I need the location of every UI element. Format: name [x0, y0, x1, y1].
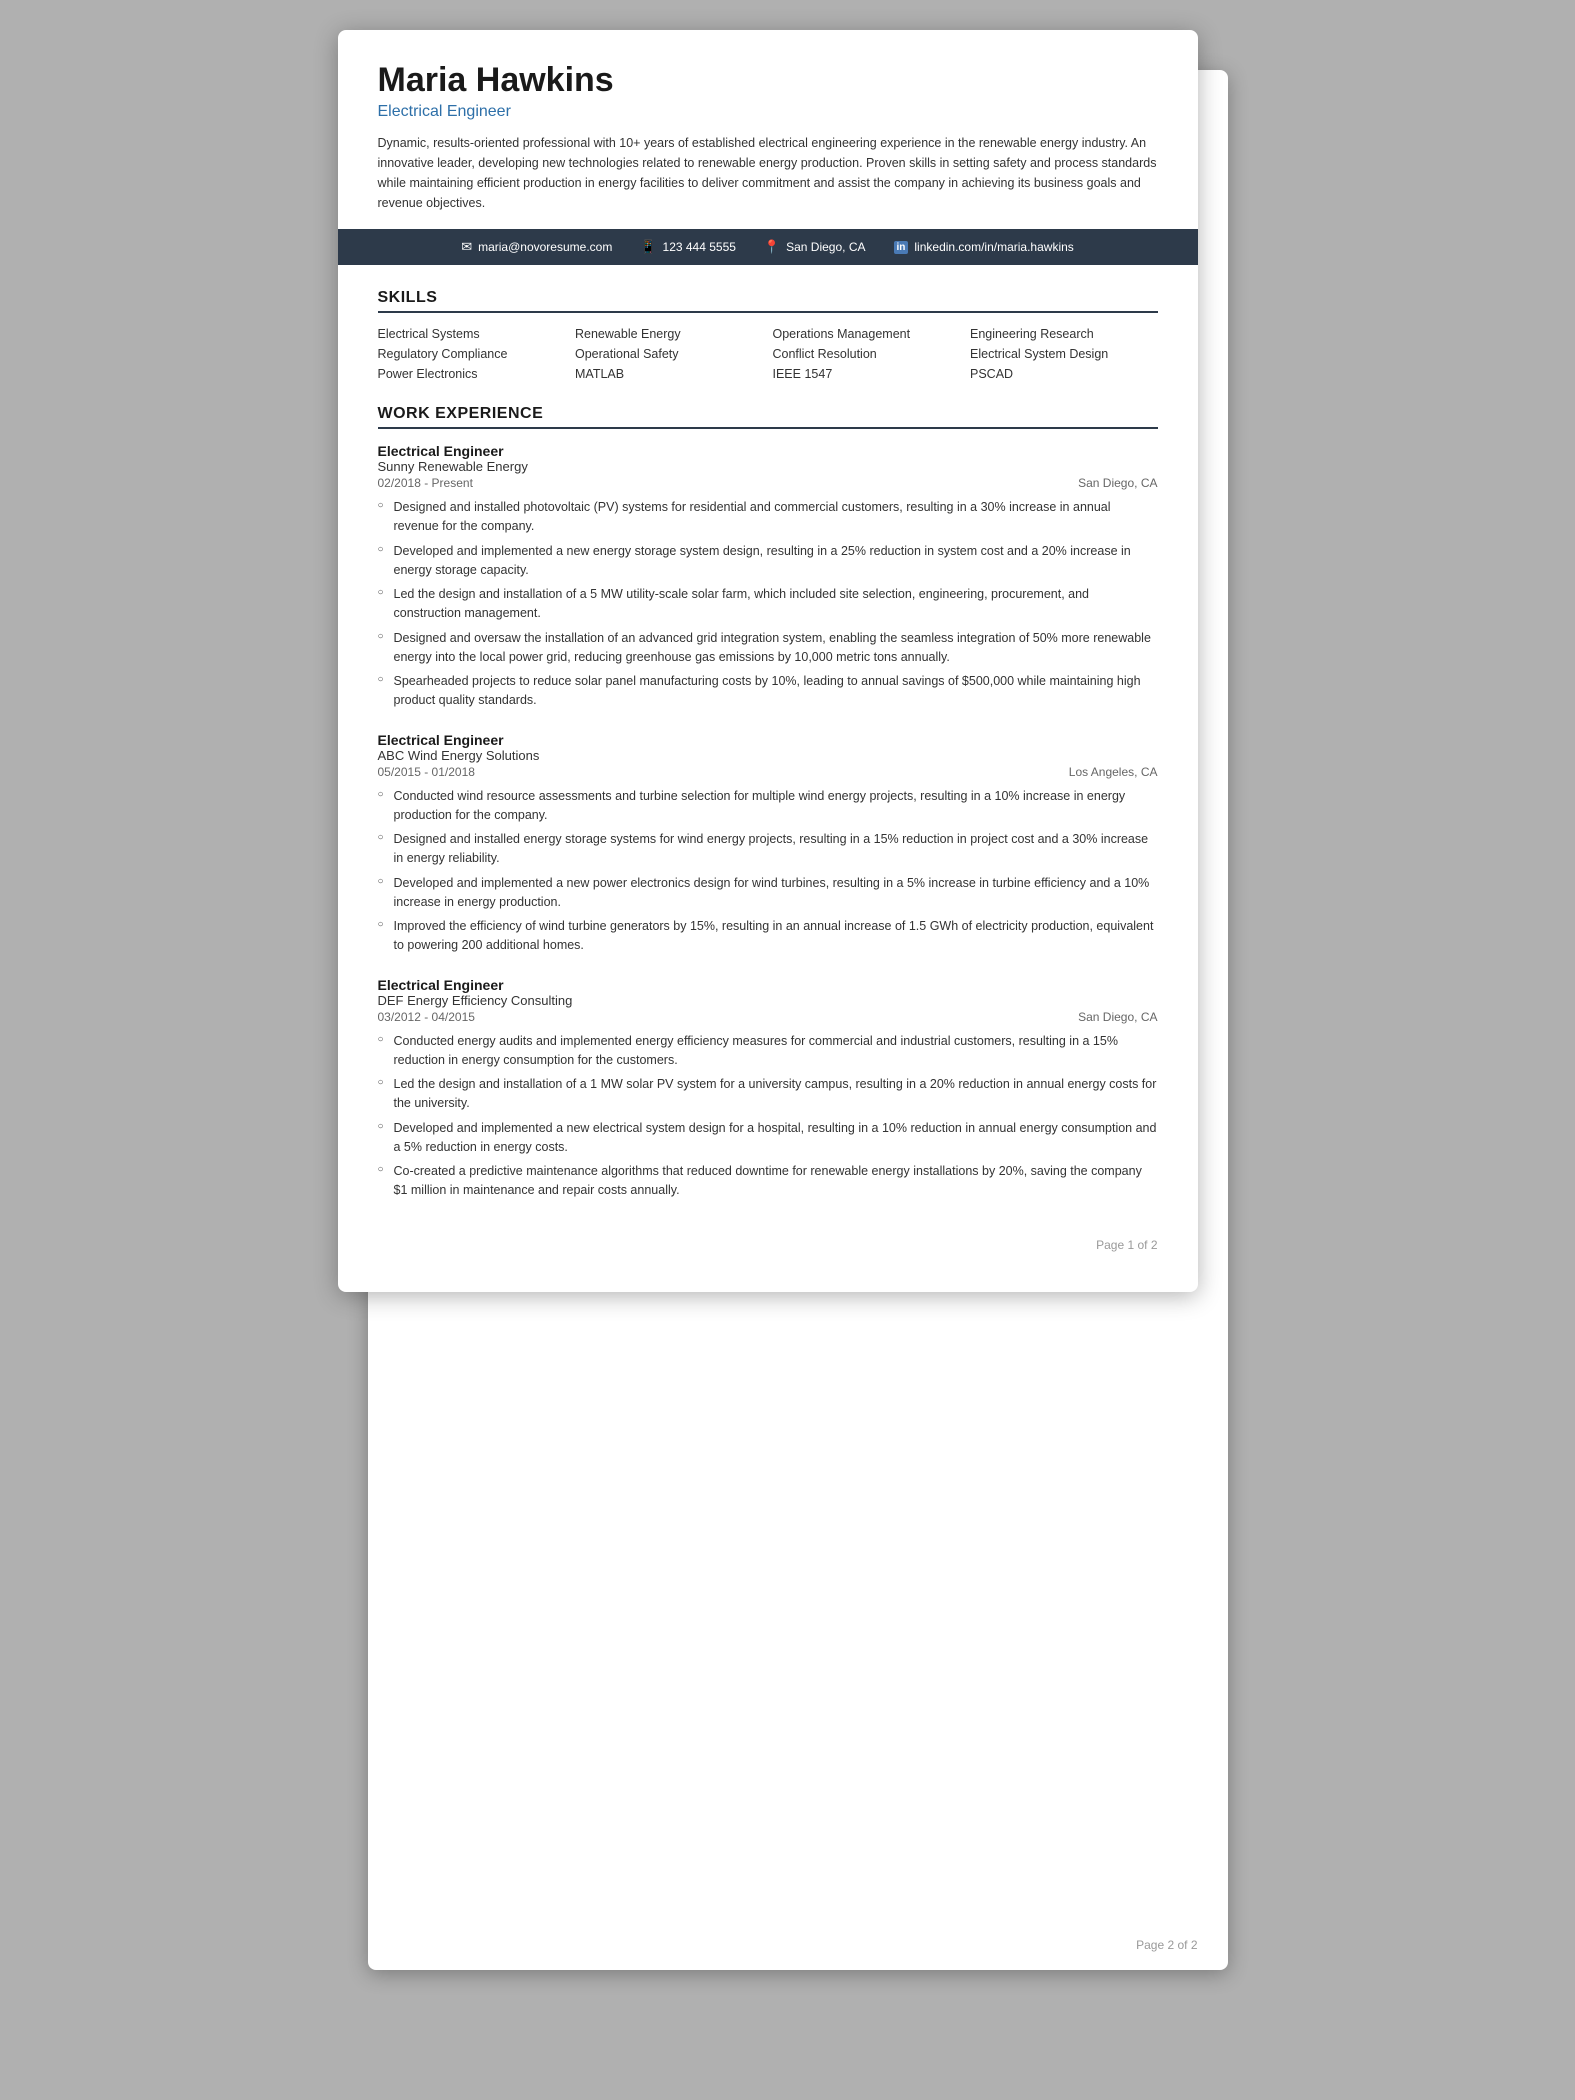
phone-text: 123 444 5555: [663, 240, 736, 254]
job-1-bullet-3: Led the design and installation of a 5 M…: [378, 585, 1158, 623]
job-1: Electrical Engineer Sunny Renewable Ener…: [378, 443, 1158, 710]
job-3-meta: 03/2012 - 04/2015 San Diego, CA: [378, 1010, 1158, 1024]
job-2: Electrical Engineer ABC Wind Energy Solu…: [378, 732, 1158, 955]
job-2-company: ABC Wind Energy Solutions: [378, 748, 1158, 763]
skill-9: Power Electronics: [378, 367, 566, 381]
resume-header: Maria Hawkins Electrical Engineer Dynami…: [338, 30, 1198, 229]
job-3-bullet-3: Developed and implemented a new electric…: [378, 1119, 1158, 1157]
skill-10: MATLAB: [575, 367, 763, 381]
location-text: San Diego, CA: [786, 240, 865, 254]
job-1-title: Electrical Engineer: [378, 443, 1158, 459]
work-experience-section: WORK EXPERIENCE Electrical Engineer Sunn…: [378, 405, 1158, 1200]
linkedin-text: linkedin.com/in/maria.hawkins: [914, 240, 1073, 254]
work-experience-title: WORK EXPERIENCE: [378, 405, 1158, 429]
skill-1: Electrical Systems: [378, 327, 566, 341]
job-1-location: San Diego, CA: [1078, 476, 1157, 490]
email-text: maria@novoresume.com: [478, 240, 612, 254]
job-3-title: Electrical Engineer: [378, 977, 1158, 993]
job-2-dates: 05/2015 - 01/2018: [378, 765, 475, 779]
candidate-summary: Dynamic, results-oriented professional w…: [378, 133, 1158, 213]
job-3-location: San Diego, CA: [1078, 1010, 1157, 1024]
linkedin-icon: in: [894, 241, 909, 254]
job-1-meta: 02/2018 - Present San Diego, CA: [378, 476, 1158, 490]
contact-location: 📍 San Diego, CA: [764, 239, 866, 255]
job-3-bullet-4: Co-created a predictive maintenance algo…: [378, 1162, 1158, 1200]
skill-6: Operational Safety: [575, 347, 763, 361]
page-1-main: Maria Hawkins Electrical Engineer Dynami…: [338, 30, 1198, 1292]
job-2-bullet-3: Developed and implemented a new power el…: [378, 874, 1158, 912]
skills-grid: Electrical Systems Renewable Energy Oper…: [378, 327, 1158, 381]
job-3-company: DEF Energy Efficiency Consulting: [378, 993, 1158, 1008]
job-2-meta: 05/2015 - 01/2018 Los Angeles, CA: [378, 765, 1158, 779]
job-2-location: Los Angeles, CA: [1069, 765, 1158, 779]
job-1-bullets: Designed and installed photovoltaic (PV)…: [378, 498, 1158, 710]
job-2-bullet-1: Conducted wind resource assessments and …: [378, 787, 1158, 825]
job-1-bullet-4: Designed and oversaw the installation of…: [378, 629, 1158, 667]
job-1-bullet-5: Spearheaded projects to reduce solar pan…: [378, 672, 1158, 710]
contact-email: ✉ maria@novoresume.com: [461, 239, 612, 255]
contact-bar: ✉ maria@novoresume.com 📱 123 444 5555 📍 …: [338, 229, 1198, 265]
skill-8: Electrical System Design: [970, 347, 1158, 361]
skill-3: Operations Management: [773, 327, 961, 341]
skill-2: Renewable Energy: [575, 327, 763, 341]
skill-12: PSCAD: [970, 367, 1158, 381]
job-1-bullet-2: Developed and implemented a new energy s…: [378, 542, 1158, 580]
skill-7: Conflict Resolution: [773, 347, 961, 361]
skill-4: Engineering Research: [970, 327, 1158, 341]
job-2-title: Electrical Engineer: [378, 732, 1158, 748]
job-2-bullets: Conducted wind resource assessments and …: [378, 787, 1158, 955]
job-2-bullet-2: Designed and installed energy storage sy…: [378, 830, 1158, 868]
job-3-bullet-2: Led the design and installation of a 1 M…: [378, 1075, 1158, 1113]
skill-11: IEEE 1547: [773, 367, 961, 381]
candidate-name: Maria Hawkins: [378, 62, 1158, 99]
skill-5: Regulatory Compliance: [378, 347, 566, 361]
job-3-dates: 03/2012 - 04/2015: [378, 1010, 475, 1024]
job-1-bullet-1: Designed and installed photovoltaic (PV)…: [378, 498, 1158, 536]
skills-section: SKILLS Electrical Systems Renewable Ener…: [378, 289, 1158, 381]
candidate-title: Electrical Engineer: [378, 103, 1158, 121]
location-icon: 📍: [764, 239, 780, 255]
page1-label: Page 1 of 2: [338, 1222, 1198, 1252]
job-3-bullet-1: Conducted energy audits and implemented …: [378, 1032, 1158, 1070]
job-3: Electrical Engineer DEF Energy Efficienc…: [378, 977, 1158, 1200]
job-1-dates: 02/2018 - Present: [378, 476, 473, 490]
contact-linkedin: in linkedin.com/in/maria.hawkins: [894, 240, 1074, 254]
job-2-bullet-4: Improved the efficiency of wind turbine …: [378, 917, 1158, 955]
job-1-company: Sunny Renewable Energy: [378, 459, 1158, 474]
page2-label: Page 2 of 2: [1136, 1938, 1197, 1952]
contact-phone: 📱 123 444 5555: [640, 239, 736, 255]
skills-title: SKILLS: [378, 289, 1158, 313]
job-3-bullets: Conducted energy audits and implemented …: [378, 1032, 1158, 1200]
email-icon: ✉: [461, 239, 472, 255]
phone-icon: 📱: [640, 239, 656, 255]
